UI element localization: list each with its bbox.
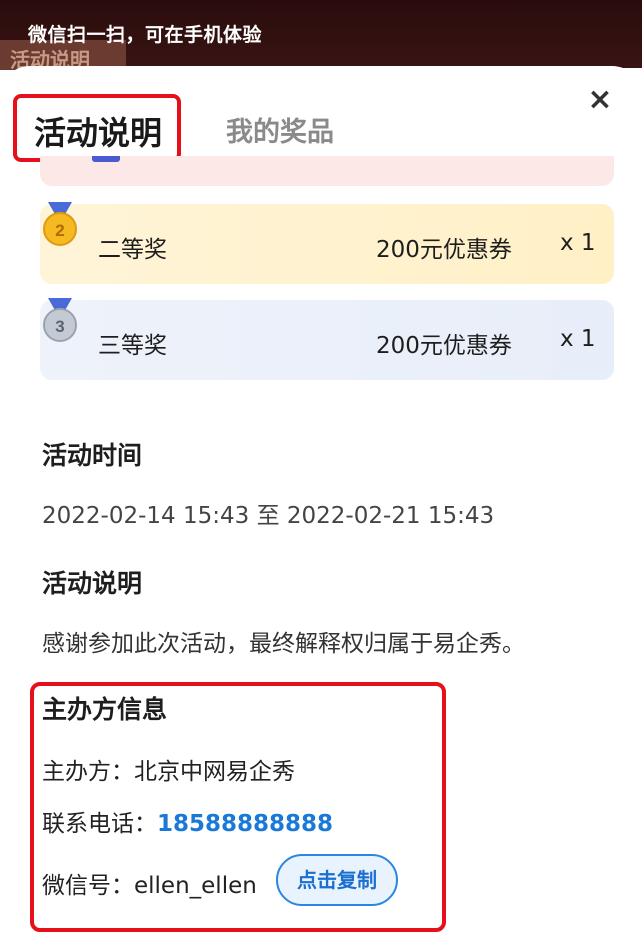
prize-card-second: 2 二等奖 200元优惠券 x 1	[40, 202, 614, 284]
scan-hint-text: 微信扫一扫，可在手机体验	[28, 24, 263, 46]
activity-time-value: 2022-02-14 15:43 至 2022-02-21 15:43	[42, 503, 495, 529]
activity-description-text: 感谢参加此次活动，最终解释权归属于易企秀。	[42, 631, 525, 657]
prize-card-third: 3 三等奖 200元优惠券 x 1	[40, 298, 614, 380]
tab-my-prizes[interactable]: 我的奖品	[226, 110, 334, 149]
svg-text:3: 3	[55, 317, 64, 336]
prize-value: 200元优惠券	[376, 237, 512, 263]
activity-description-title: 活动说明	[42, 569, 143, 598]
close-icon[interactable]: ×	[586, 85, 614, 115]
highlight-box-host-info	[30, 682, 446, 932]
gold-medal-icon	[92, 156, 120, 162]
activity-modal: 活动说明 我的奖品 × 2 二等奖 200元优惠券 x 1 3 三等奖 200元…	[0, 66, 642, 946]
wechat-scan-banner: 活动说明 微信扫一扫，可在手机体验	[0, 0, 642, 70]
silver-medal-icon: 2	[43, 202, 77, 246]
prize-value: 200元优惠券	[376, 333, 512, 359]
highlight-box-tab	[13, 94, 181, 162]
prize-name: 三等奖	[98, 333, 167, 359]
activity-time-title: 活动时间	[42, 441, 143, 470]
prize-quantity: x 1	[560, 230, 596, 256]
prize-card-first-partial	[40, 156, 614, 186]
tab-bar: 活动说明 我的奖品 ×	[0, 66, 642, 166]
prize-name: 二等奖	[98, 237, 167, 263]
prize-quantity: x 1	[560, 326, 596, 352]
svg-text:2: 2	[55, 221, 64, 240]
bronze-medal-icon: 3	[43, 298, 77, 342]
